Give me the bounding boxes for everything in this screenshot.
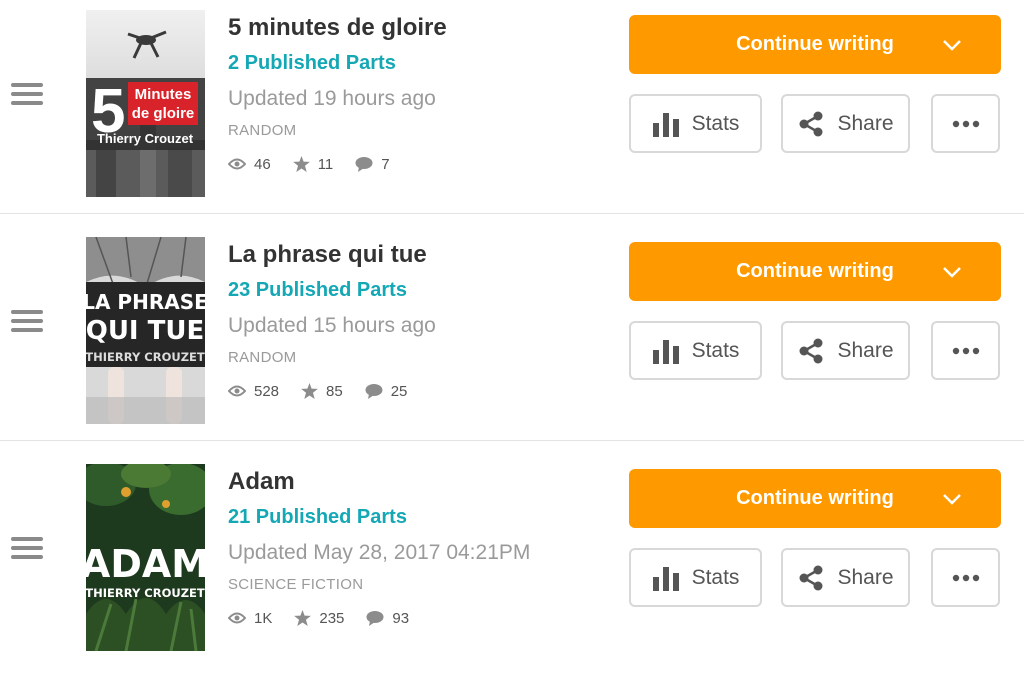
more-horizontal-icon bbox=[952, 347, 979, 354]
votes-stat: 11 bbox=[292, 155, 334, 173]
more-horizontal-icon bbox=[952, 574, 979, 581]
bar-chart-icon bbox=[652, 339, 679, 364]
svg-text:Thierry Crouzet: Thierry Crouzet bbox=[97, 131, 194, 146]
comments-count: 25 bbox=[390, 382, 408, 400]
eye-icon bbox=[228, 385, 246, 397]
comment-icon bbox=[366, 611, 384, 626]
share-label: Share bbox=[837, 338, 894, 362]
comment-icon bbox=[365, 384, 383, 399]
story-title[interactable]: Adam bbox=[228, 468, 618, 496]
chevron-down-icon[interactable] bbox=[941, 261, 963, 283]
more-horizontal-icon bbox=[952, 120, 979, 127]
updated-time: Updated 19 hours ago bbox=[228, 87, 436, 110]
story-row: ADAM THIERRY CROUZET Adam 21 Published P… bbox=[0, 454, 1024, 681]
share-button[interactable]: Share bbox=[781, 548, 910, 607]
continue-writing-label: Continue writing bbox=[736, 487, 894, 509]
views-stat: 528 bbox=[228, 383, 279, 400]
published-parts-count: 23 Published Parts bbox=[228, 279, 407, 301]
comments-stat: 7 bbox=[355, 155, 390, 173]
story-stats: 528 85 25 bbox=[228, 381, 618, 401]
share-icon bbox=[799, 565, 823, 590]
svg-text:THIERRY CROUZET: THIERRY CROUZET bbox=[86, 350, 205, 364]
stats-label: Stats bbox=[691, 565, 740, 589]
more-options-button[interactable] bbox=[931, 321, 1000, 380]
continue-writing-label: Continue writing bbox=[736, 260, 894, 282]
story-stats: 1K 235 93 bbox=[228, 608, 618, 628]
views-count: 528 bbox=[254, 382, 280, 400]
chevron-down-icon[interactable] bbox=[941, 488, 963, 510]
share-label: Share bbox=[837, 565, 894, 589]
votes-stat: 235 bbox=[294, 610, 344, 627]
comments-stat: 25 bbox=[365, 382, 408, 400]
share-icon bbox=[799, 338, 823, 363]
comments-stat: 93 bbox=[366, 610, 409, 627]
votes-count: 235 bbox=[319, 609, 345, 627]
story-title[interactable]: La phrase qui tue bbox=[228, 241, 618, 269]
chevron-down-icon[interactable] bbox=[941, 34, 963, 56]
comments-count: 7 bbox=[381, 155, 390, 173]
drag-handle-icon[interactable] bbox=[11, 310, 43, 332]
row-divider bbox=[0, 440, 1024, 441]
svg-text:ADAM: ADAM bbox=[86, 542, 205, 586]
star-icon bbox=[301, 383, 318, 399]
share-button[interactable]: Share bbox=[781, 94, 910, 153]
votes-count: 11 bbox=[317, 155, 334, 173]
share-icon bbox=[799, 111, 823, 136]
share-label: Share bbox=[837, 111, 894, 135]
published-parts-count: 2 Published Parts bbox=[228, 52, 396, 74]
story-row: LA PHRASE QUI TUE THIERRY CROUZET La phr… bbox=[0, 227, 1024, 454]
views-stat: 1K bbox=[228, 610, 272, 627]
updated-time: Updated 15 hours ago bbox=[228, 314, 436, 337]
bar-chart-icon bbox=[652, 566, 679, 591]
continue-writing-button[interactable]: Continue writing bbox=[629, 242, 1001, 301]
drag-handle-icon[interactable] bbox=[11, 537, 43, 559]
stats-button[interactable]: Stats bbox=[629, 548, 762, 607]
story-row: 5 Minutes de gloire Thierry Crouzet 5 mi… bbox=[0, 0, 1024, 227]
share-button[interactable]: Share bbox=[781, 321, 910, 380]
story-category: SCIENCE FICTION bbox=[228, 576, 364, 593]
svg-text:QUI TUE: QUI TUE bbox=[86, 316, 204, 346]
comments-count: 93 bbox=[392, 609, 410, 627]
views-count: 46 bbox=[254, 155, 271, 173]
star-icon bbox=[292, 156, 310, 172]
more-options-button[interactable] bbox=[931, 94, 1000, 153]
published-parts-count: 21 Published Parts bbox=[228, 506, 407, 528]
book-cover-image[interactable]: 5 Minutes de gloire Thierry Crouzet bbox=[86, 10, 205, 197]
bar-chart-icon bbox=[652, 112, 679, 137]
book-cover-image[interactable]: LA PHRASE QUI TUE THIERRY CROUZET bbox=[86, 237, 205, 424]
continue-writing-label: Continue writing bbox=[736, 33, 894, 55]
story-category: RANDOM bbox=[228, 122, 297, 139]
svg-text:THIERRY CROUZET: THIERRY CROUZET bbox=[86, 586, 205, 600]
stats-button[interactable]: Stats bbox=[629, 94, 762, 153]
continue-writing-button[interactable]: Continue writing bbox=[629, 15, 1001, 74]
stats-label: Stats bbox=[691, 338, 740, 362]
eye-icon bbox=[228, 612, 246, 624]
views-stat: 46 bbox=[228, 156, 271, 173]
svg-text:LA PHRASE: LA PHRASE bbox=[86, 290, 205, 314]
eye-icon bbox=[228, 158, 246, 170]
continue-writing-button[interactable]: Continue writing bbox=[629, 469, 1001, 528]
star-icon bbox=[294, 610, 312, 626]
book-cover-image[interactable]: ADAM THIERRY CROUZET bbox=[86, 464, 205, 651]
story-category: RANDOM bbox=[228, 349, 297, 366]
stats-label: Stats bbox=[691, 111, 740, 135]
stats-button[interactable]: Stats bbox=[629, 321, 762, 380]
updated-time: Updated May 28, 2017 04:21PM bbox=[228, 541, 531, 564]
svg-text:Minutes: Minutes bbox=[135, 86, 192, 103]
row-divider bbox=[0, 213, 1024, 214]
comment-icon bbox=[355, 157, 373, 172]
votes-count: 85 bbox=[326, 382, 343, 400]
svg-text:de gloire: de gloire bbox=[132, 105, 195, 122]
story-stats: 46 11 7 bbox=[228, 154, 618, 174]
story-title[interactable]: 5 minutes de gloire bbox=[228, 14, 618, 42]
drag-handle-icon[interactable] bbox=[11, 83, 43, 105]
views-count: 1K bbox=[254, 609, 273, 627]
votes-stat: 85 bbox=[301, 383, 343, 400]
more-options-button[interactable] bbox=[931, 548, 1000, 607]
